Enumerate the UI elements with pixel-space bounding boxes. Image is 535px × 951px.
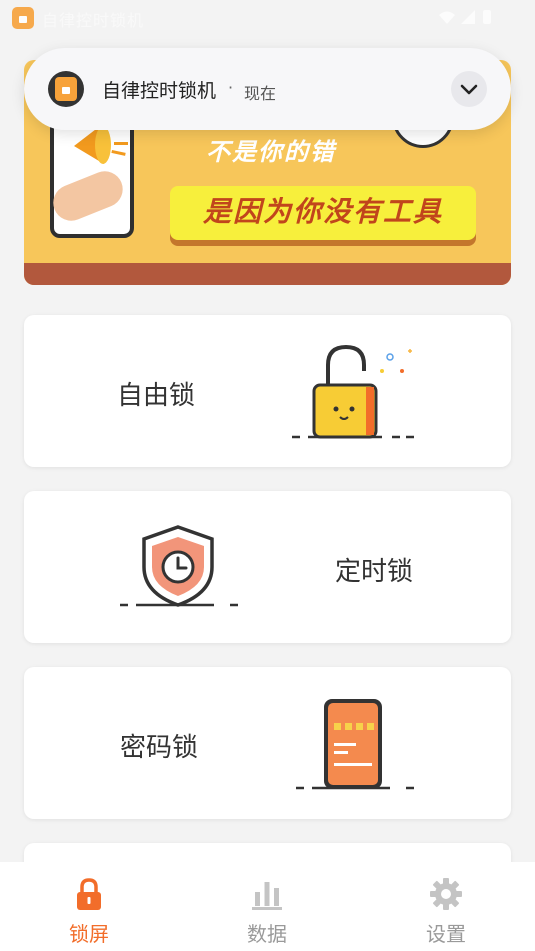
nav-label-data: 数据 xyxy=(247,922,287,946)
banner-slogan-line2: 是因为你没有工具 xyxy=(202,195,443,228)
notification-app-name: 自律控时锁机 xyxy=(102,80,217,102)
timer-lock-label: 定时锁 xyxy=(335,557,414,587)
notification-time: 现在 xyxy=(244,84,277,103)
password-lock-card[interactable]: 密码锁 xyxy=(24,667,511,819)
nav-item-lockscreen[interactable]: 锁屏 xyxy=(29,862,149,951)
nav-label-lockscreen: 锁屏 xyxy=(69,922,109,946)
bottom-nav: 锁屏 数据 设置 xyxy=(0,862,535,951)
timer-lock-card[interactable]: 定时锁 xyxy=(24,491,511,643)
nav-item-settings[interactable]: 设置 xyxy=(386,862,506,951)
phone-password-icon xyxy=(296,699,414,790)
nav-label-settings: 设置 xyxy=(426,922,466,946)
password-lock-label: 密码锁 xyxy=(120,733,199,763)
notification-banner[interactable]: 自律控时锁机 · 现在 xyxy=(24,48,511,130)
bar-chart-icon xyxy=(252,882,282,910)
banner-slogan-line1: 不是你的错 xyxy=(206,138,336,166)
status-bar-app-text: 自律控时锁机 xyxy=(42,11,145,30)
free-lock-label: 自由锁 xyxy=(117,381,196,411)
app-notification-icon xyxy=(12,7,34,29)
chevron-down-icon xyxy=(460,84,478,95)
expand-button[interactable] xyxy=(451,71,487,107)
lock-icon xyxy=(77,878,101,910)
free-lock-card[interactable]: 自由锁 xyxy=(24,315,511,467)
notification-separator: · xyxy=(228,78,234,97)
gear-icon xyxy=(430,878,462,910)
status-icons xyxy=(439,10,491,24)
status-bar: 自律控时锁机 xyxy=(0,0,535,34)
banner-slogan-box: 是因为你没有工具 xyxy=(170,186,476,240)
lock-app-icon xyxy=(48,71,84,107)
nav-item-data[interactable]: 数据 xyxy=(207,862,327,951)
unlocked-padlock-icon xyxy=(292,344,414,439)
shield-clock-icon xyxy=(120,525,238,607)
banner-stripe xyxy=(24,263,511,285)
